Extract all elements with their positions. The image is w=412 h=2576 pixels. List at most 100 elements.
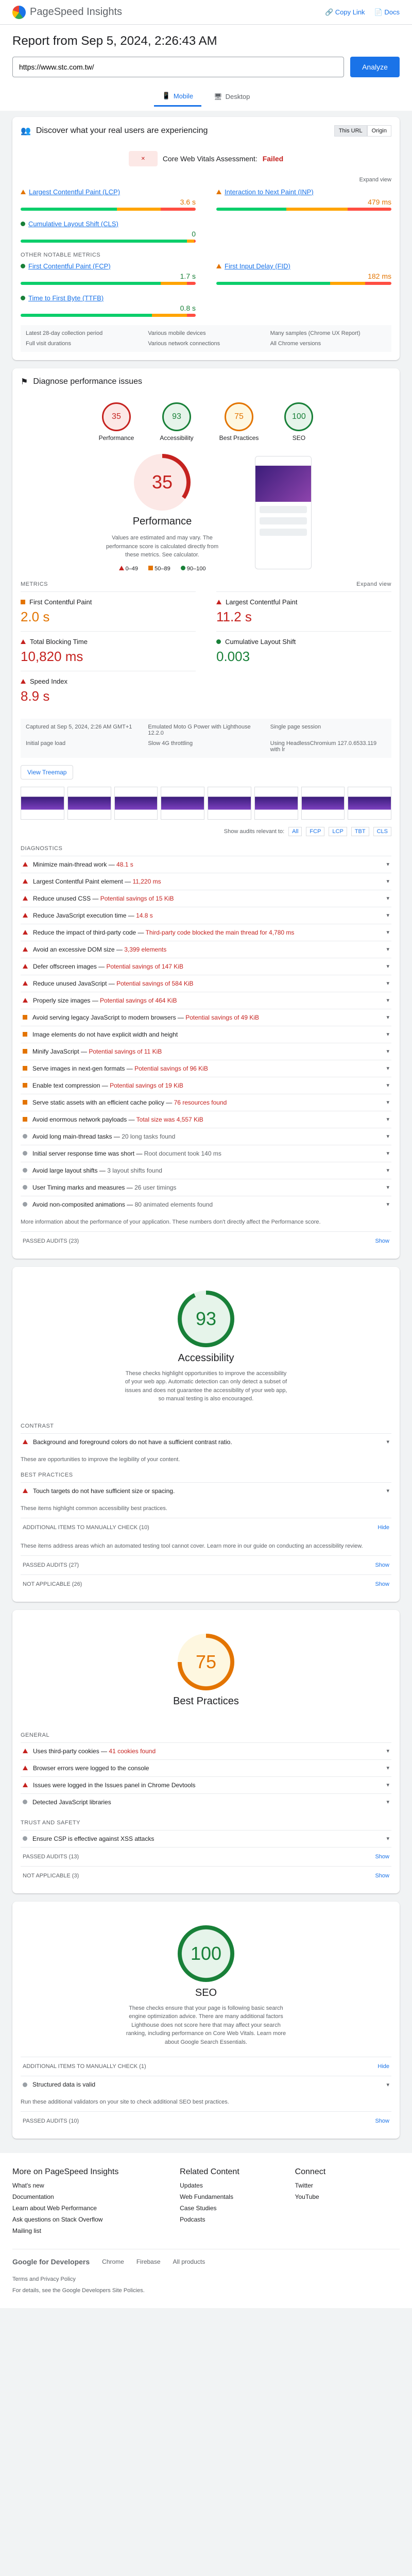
meta-item: Emulated Moto G Power with Lighthouse 12… [148, 723, 251, 736]
audit-row[interactable]: Reduce the impact of third-party code — … [21, 923, 391, 941]
toggle-origin[interactable]: Origin [367, 125, 391, 137]
footer-link[interactable]: Learn about Web Performance [12, 2205, 169, 2212]
passed-audits-row[interactable]: PASSED AUDITS (13) Show [21, 1846, 391, 1866]
audit-row[interactable]: Minify JavaScript — Potential savings of… [21, 1042, 391, 1060]
cwv-metric[interactable]: Interaction to Next Paint (INP) 479 ms [216, 188, 391, 211]
passed-audits-row[interactable]: PASSED AUDITS (27) Show [21, 1555, 391, 1574]
footer-link[interactable]: Mailing list [12, 2227, 169, 2234]
audit-row[interactable]: Reduce JavaScript execution time — 14.8 … [21, 906, 391, 924]
footer-col1-title: More on PageSpeed Insights [12, 2167, 119, 2176]
footer-link-firebase[interactable]: Firebase [136, 2258, 161, 2265]
score-gauge-best-practices[interactable]: 75 Best Practices [219, 402, 259, 442]
footer-link[interactable]: Documentation [12, 2193, 169, 2200]
score-gauge-seo[interactable]: 100 SEO [284, 402, 314, 442]
chevron-down-icon: ▾ [386, 1782, 389, 1788]
cwv-metric[interactable]: Largest Contentful Paint (LCP) 3.6 s [21, 188, 196, 211]
footer-link[interactable]: Web Fundamentals [180, 2193, 284, 2200]
audit-row[interactable]: Browser errors were logged to the consol… [21, 1759, 391, 1776]
not-applicable-row[interactable]: NOT APPLICABLE (26) Show [21, 1574, 391, 1594]
audit-row[interactable]: Minimize main-thread work — 48.1 s ▾ [21, 855, 391, 873]
audit-row[interactable]: Defer offscreen images — Potential savin… [21, 957, 391, 975]
passed-audits-row[interactable]: PASSED AUDITS (23) Show [21, 1231, 391, 1250]
audit-row[interactable]: Reduce unused JavaScript — Potential sav… [21, 974, 391, 992]
footer-link[interactable]: Updates [180, 2182, 284, 2189]
score-label: Best Practices [219, 434, 259, 442]
audit-row[interactable]: Detected JavaScript libraries ▾ [21, 1793, 391, 1810]
lab-meta: Captured at Sep 5, 2024, 2:26 AM GMT+1 E… [21, 718, 391, 758]
audit-row[interactable]: Image elements do not have explicit widt… [21, 1025, 391, 1043]
tab-desktop[interactable]: 🖥 Desktop [205, 87, 258, 107]
audit-row[interactable]: Enable text compression — Potential savi… [21, 1076, 391, 1094]
contrast-note: These are opportunities to improve the l… [21, 1456, 180, 1463]
footer-link[interactable]: Podcasts [180, 2216, 284, 2223]
footer-link[interactable]: YouTube [295, 2193, 400, 2200]
footer-link-chrome[interactable]: Chrome [102, 2258, 124, 2265]
footer-link[interactable]: Twitter [295, 2182, 400, 2189]
footer-link-all-products[interactable]: All products [173, 2258, 205, 2265]
audit-row[interactable]: Background and foreground colors do not … [21, 1433, 391, 1450]
passed-audits-row[interactable]: PASSED AUDITS (10) Show [21, 2111, 391, 2130]
other-metric[interactable]: First Contentful Paint (FCP) 1.7 s [21, 262, 196, 285]
chevron-down-icon: ▾ [386, 1133, 389, 1140]
score-ring: 100 [284, 402, 314, 431]
filmstrip-frame [301, 786, 345, 820]
filter-all[interactable]: All [288, 826, 302, 836]
google-developers-logo[interactable]: Google for Developers [12, 2258, 90, 2266]
filter-tbt[interactable]: TBT [351, 826, 369, 836]
audit-row[interactable]: Properly size images — Potential savings… [21, 991, 391, 1009]
audit-row[interactable]: Serve images in next-gen formats — Poten… [21, 1059, 391, 1077]
score-gauge-performance[interactable]: 35 Performance [99, 402, 134, 442]
audit-row[interactable]: Avoid long main-thread tasks — 20 long t… [21, 1127, 391, 1145]
brand[interactable]: PageSpeed Insights [12, 5, 325, 19]
footer-link[interactable]: Case Studies [180, 2205, 284, 2212]
cwv-expand[interactable]: Expand view [21, 177, 391, 183]
filter-cls[interactable]: CLS [373, 826, 391, 836]
audit-row[interactable]: User Timing marks and measures — 26 user… [21, 1178, 391, 1196]
tab-mobile[interactable]: 📱 Mobile [153, 87, 202, 107]
filmstrip-frame [254, 786, 298, 820]
other-metric[interactable]: Time to First Byte (TTFB) 0.8 s [21, 294, 196, 317]
audit-row[interactable]: Avoid an excessive DOM size — 3,399 elem… [21, 940, 391, 958]
audit-row[interactable]: Touch targets do not have sufficient siz… [21, 1482, 391, 1499]
best-practices-score-gauge: 75 [178, 1633, 234, 1690]
metrics-expand[interactable]: Expand view [356, 581, 391, 587]
audit-row[interactable]: Structured data is valid ▾ [21, 2076, 391, 2093]
chevron-down-icon: ▾ [386, 1439, 389, 1445]
chevron-down-icon: ▾ [386, 963, 389, 970]
footer-link[interactable]: What's new [12, 2182, 169, 2189]
audit-row[interactable]: Uses third-party cookies — 41 cookies fo… [21, 1742, 391, 1759]
url-input[interactable] [12, 57, 344, 77]
toggle-this-url[interactable]: This URL [334, 125, 367, 137]
not-applicable-row[interactable]: NOT APPLICABLE (3) Show [21, 1866, 391, 1885]
other-metric[interactable]: First Input Delay (FID) 182 ms [216, 262, 391, 285]
audit-row[interactable]: Issues were logged in the Issues panel i… [21, 1776, 391, 1793]
docs-link[interactable]: 📄 Docs [374, 8, 400, 16]
audit-row[interactable]: Avoid serving legacy JavaScript to moder… [21, 1008, 391, 1026]
legend-bad: 0–49 [118, 565, 138, 572]
view-treemap-button[interactable]: View Treemap [21, 765, 74, 779]
manual-checks-row[interactable]: ADDITIONAL ITEMS TO MANUALLY CHECK (1) Hi… [21, 2057, 391, 2076]
audit-row[interactable]: Avoid non-composited animations — 80 ani… [21, 1195, 391, 1213]
copy-link-button[interactable]: 🔗 Copy Link [325, 8, 365, 16]
pagespeed-logo-icon [12, 5, 26, 19]
filter-lcp[interactable]: LCP [329, 826, 347, 836]
footer-link[interactable]: Ask questions on Stack Overflow [12, 2216, 169, 2223]
audit-row[interactable]: Ensure CSP is effective against XSS atta… [21, 1829, 391, 1847]
footer-terms[interactable]: Terms and Privacy Policy [12, 2276, 400, 2282]
audit-row[interactable]: Reduce unused CSS — Potential savings of… [21, 889, 391, 907]
audit-row[interactable]: Avoid large layout shifts — 3 layout shi… [21, 1161, 391, 1179]
footer-col3-title: Connect [295, 2167, 326, 2176]
distribution-bar [21, 208, 196, 211]
audit-row[interactable]: Serve static assets with an efficient ca… [21, 1093, 391, 1111]
trust-label: TRUST AND SAFETY [21, 1819, 80, 1826]
audit-row[interactable]: Largest Contentful Paint element — 11,22… [21, 872, 391, 890]
cwv-metric[interactable]: Cumulative Layout Shift (CLS) 0 [21, 220, 196, 243]
analyze-button[interactable]: Analyze [350, 57, 400, 77]
audit-row[interactable]: Initial server response time was short —… [21, 1144, 391, 1162]
filter-fcp[interactable]: FCP [306, 826, 325, 836]
score-gauge-accessibility[interactable]: 93 Accessibility [160, 402, 194, 442]
audit-row[interactable]: Avoid enormous network payloads — Total … [21, 1110, 391, 1128]
chevron-down-icon: ▾ [386, 1201, 389, 1208]
distribution-bar [216, 208, 391, 211]
manual-checks-row[interactable]: ADDITIONAL ITEMS TO MANUALLY CHECK (10) H… [21, 1517, 391, 1537]
